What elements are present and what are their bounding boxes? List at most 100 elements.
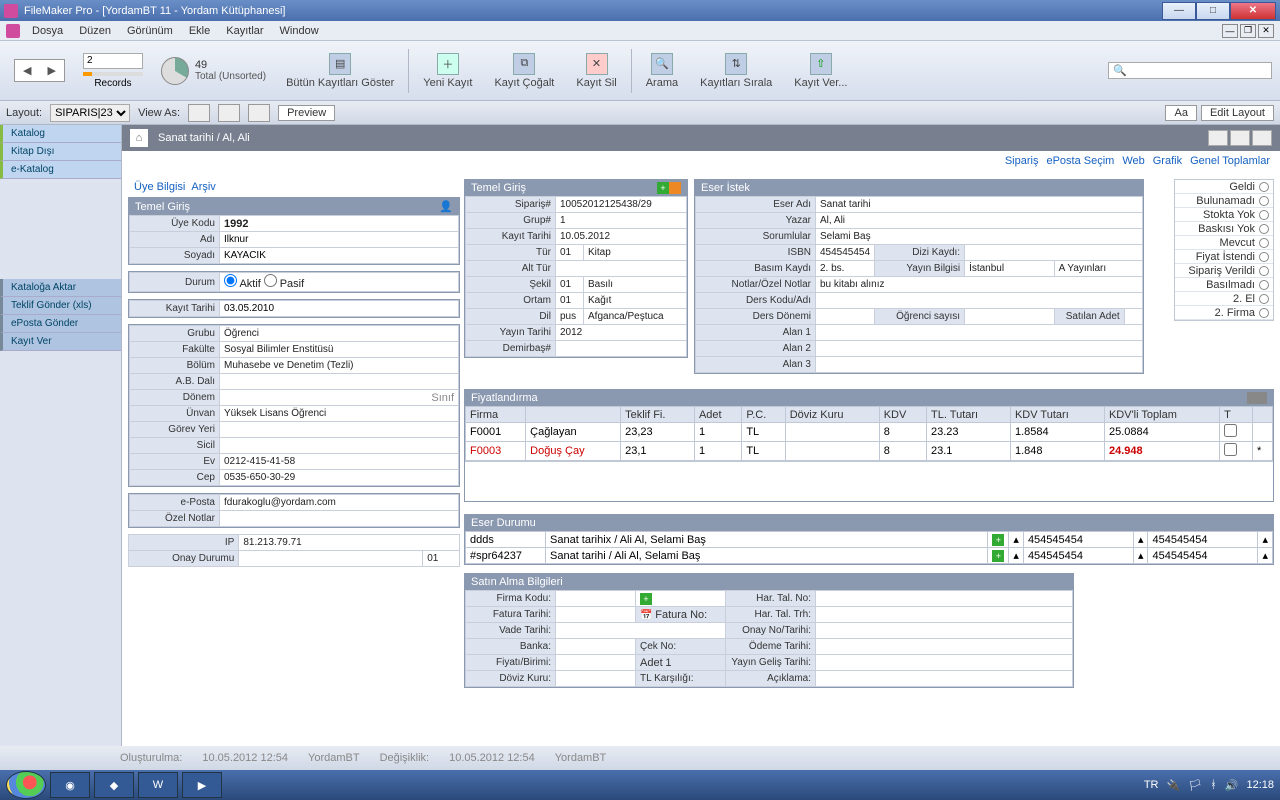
soyadi-input[interactable] [224,250,454,261]
window-title: FileMaker Pro - [YordamBT 11 - Yordam Kü… [24,5,286,17]
adi-input[interactable] [224,234,454,245]
eser-durumu-row[interactable]: #spr64237Sanat tarihi / Ali Al, Selami B… [466,548,1273,564]
record-index-input[interactable] [83,53,143,69]
taskbar: ◉ ◆ W ▶ TR 🔌 🏳 ᚼ 🔊 12:18 [0,770,1280,800]
layout-label: Layout: [6,107,42,119]
window-titlebar: FileMaker Pro - [YordamBT 11 - Yordam Kü… [0,0,1280,21]
status-2firma[interactable] [1259,308,1269,318]
durum-aktif[interactable]: Aktif [224,278,261,290]
sidebar-kayit-ver[interactable]: Kayıt Ver [0,333,121,351]
sidebar-ekatalog[interactable]: e-Katalog [0,161,121,179]
taskbar-fmp[interactable]: ◆ [94,772,134,798]
record-slider[interactable] [83,72,143,76]
status-2el[interactable] [1259,294,1269,304]
status-stokta-yok[interactable] [1259,210,1269,220]
record-nav[interactable]: ◀▶ [14,59,65,82]
maximize-button[interactable]: □ [1196,2,1230,20]
tray-vol-icon[interactable]: 🔊 [1225,779,1239,792]
status-bulunamadi[interactable] [1259,196,1269,206]
menubar: Dosya Düzen Görünüm Ekle Kayıtlar Window… [0,21,1280,41]
status-mevcut[interactable] [1259,238,1269,248]
kayit-tarihi[interactable] [224,303,454,314]
viewas-label: View As: [138,107,180,119]
link-genel-toplamlar[interactable]: Genel Toplamlar [1190,155,1270,167]
temel-panel: Temel Giriş+ Sipariş#10052012125438/29 G… [464,179,688,358]
view-table[interactable] [248,104,270,122]
fiyat-row[interactable]: F0003Doğuş Çay23,11TL823.11.84824.948* [466,442,1273,461]
layout-select[interactable]: SIPARIS|23 [50,104,130,122]
sidebar-eposta-gonder[interactable]: ePosta Gönder [0,315,121,333]
minimize-button[interactable]: — [1162,2,1196,20]
collapse-icon[interactable] [1247,392,1267,404]
tray-clock[interactable]: 12:18 [1246,779,1274,791]
view-list[interactable] [218,104,240,122]
link-grafik[interactable]: Grafik [1153,155,1182,167]
start-button[interactable] [6,771,46,799]
uye-kodu: 1992 [224,218,248,230]
status-geldi[interactable] [1259,182,1269,192]
status-baskisi-yok[interactable] [1259,224,1269,234]
preview-button[interactable]: Preview [278,105,335,121]
firma-add-icon[interactable]: + [640,593,652,605]
records-label: Records [83,78,143,89]
app-icon [4,4,18,18]
view-toggle-1[interactable] [1208,130,1228,146]
find-button[interactable]: 🔍Arama [638,51,686,91]
links-row: Sipariş ePosta Seçim Web Grafik Genel To… [122,151,1280,171]
sidebar-kataloga-aktar[interactable]: Kataloğa Aktar [0,279,121,297]
eser-panel: Eser İstek Eser AdıSanat tarihi YazarAl,… [694,179,1144,374]
quick-search-input[interactable] [1127,65,1267,77]
sidebar-katalog[interactable]: Katalog [0,125,121,143]
person-icon: 👤 [439,200,453,213]
subwin-restore[interactable]: ❐ [1240,24,1256,38]
sidepanel: Katalog Kitap Dışı e-Katalog Kataloğa Ak… [0,125,122,746]
menu-ekle[interactable]: Ekle [189,25,210,37]
link-eposta[interactable]: ePosta Seçim [1046,155,1114,167]
home-icon[interactable]: ⌂ [130,129,148,147]
menu-duzen[interactable]: Düzen [79,25,111,37]
taskbar-word[interactable]: W [138,772,178,798]
durum-pasif[interactable]: Pasif [264,278,305,290]
menu-kayitlar[interactable]: Kayıtlar [226,25,263,37]
edit-layout-button[interactable]: Edit Layout [1201,105,1274,121]
tray-net-icon[interactable]: 🔌 [1166,779,1180,792]
sidebar-teklif-gonder[interactable]: Teklif Gönder (xls) [0,297,121,315]
subwin-minimize[interactable]: — [1222,24,1238,38]
status-basilmadi[interactable] [1259,280,1269,290]
link-siparis[interactable]: Sipariş [1005,155,1039,167]
taskbar-chrome[interactable]: ◉ [50,772,90,798]
total-count: 49 [195,59,266,71]
add-icon[interactable]: + [657,182,669,194]
view-toggle-3[interactable] [1252,130,1272,146]
new-record-button[interactable]: ＋Yeni Kayıt [415,51,480,91]
status-fiyat[interactable] [1259,252,1269,262]
onay-input[interactable] [243,553,418,564]
pie-icon [161,57,189,85]
export-button[interactable]: ⇧Kayıt Ver... [786,51,855,91]
subwin-close[interactable]: ✕ [1258,24,1274,38]
close-button[interactable]: ✕ [1230,2,1276,20]
tray-flag-icon[interactable]: 🏳 [1188,779,1202,792]
fiyat-row[interactable]: F0001Çağlayan23,231TL823.231.858425.0884 [466,423,1273,442]
tab-uye-bilgisi[interactable]: Üye Bilgisi [134,181,185,193]
menu-gorunum[interactable]: Görünüm [127,25,173,37]
sort-button[interactable]: ⇅Kayıtları Sırala [692,51,780,91]
menu-dosya[interactable]: Dosya [32,25,63,37]
delete-record-button[interactable]: ✕Kayıt Sil [568,51,624,91]
tray-lang[interactable]: TR [1144,779,1159,791]
menu-window[interactable]: Window [280,25,319,37]
eser-durumu-row[interactable]: dddsSanat tarihix / Ali Al, Selami Baş+▴… [466,532,1273,548]
tray-bt-icon[interactable]: ᚼ [1210,779,1217,791]
show-all-button[interactable]: ▤Bütün Kayıtları Göster [278,51,402,91]
quick-search[interactable]: 🔍 [1108,62,1272,79]
duplicate-record-button[interactable]: ⧉Kayıt Çoğalt [486,51,562,91]
link-web[interactable]: Web [1122,155,1144,167]
taskbar-ppt[interactable]: ▶ [182,772,222,798]
tab-arsiv[interactable]: Arşiv [191,181,215,193]
swap-icon[interactable] [669,182,681,194]
status-siparis[interactable] [1259,266,1269,276]
aa-button[interactable]: Aa [1165,105,1196,121]
sidebar-kitap-disi[interactable]: Kitap Dışı [0,143,121,161]
view-toggle-2[interactable] [1230,130,1250,146]
view-form[interactable] [188,104,210,122]
